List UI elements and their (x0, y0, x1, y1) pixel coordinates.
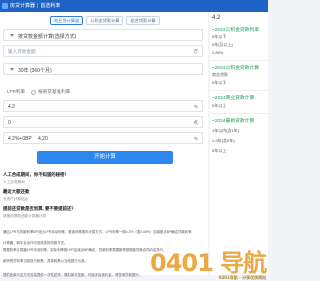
combined-rate-input[interactable]: 4.2%+0BP 4.20 % (3, 132, 203, 144)
tab-commercial[interactable]: 商业贷计算器 (50, 16, 84, 25)
rate-type-radios: LPR利率 按商贷基准利率 (7, 89, 70, 95)
watermark-text: 0401 导航 (150, 249, 267, 277)
sidebar-heading[interactable]: ~2024公积金贷款利率 (212, 26, 259, 33)
faq-answer: 请使用提前还款计算器计算 (3, 214, 47, 218)
sidebar-item: 5年以上 (212, 103, 227, 108)
faq-answer: 人工合成期间 (3, 180, 25, 184)
lpr-input[interactable]: 4.2 % (3, 100, 203, 112)
amount-unit: 万 (193, 49, 198, 54)
sidebar-heading[interactable]: ~2024商业贷款计算 (212, 94, 254, 101)
faq-question[interactable]: 人工合成期间，你不知道的秘密！ (3, 172, 205, 178)
faq-list: 人工合成期间，你不知道的秘密！ 人工合成期间 最近大额还款 去资产计算结合 提前… (3, 168, 205, 219)
sidebar-item: 商业贷款 (212, 72, 228, 77)
info-paragraph: 通过LPR与贷款利率BP对比LPR浮动利率，基准利率按年计算方式，LPR利率一般… (3, 230, 192, 234)
combined-rate-value: 4.20 (38, 136, 48, 142)
combined-rate-label: 4.2%+0BP (8, 136, 32, 142)
chevron-down-icon (10, 68, 14, 71)
sidebar-item: 5年以下 (212, 34, 227, 39)
logo-icon (2, 2, 8, 9)
faq-answer: 去资产计算结合 (3, 197, 29, 201)
lpr-value: 4.2 (8, 104, 15, 110)
method-select[interactable]: 按贷款金额计算(选择方式) (3, 29, 203, 41)
calculator-panel: 商业贷计算器 公积金贷款计算 组合贷款计算 按贷款金额计算(选择方式) 输入贷款… (0, 12, 208, 277)
radio-base-label: 按商贷基准利率 (38, 89, 71, 94)
divider (210, 113, 268, 114)
calculate-button[interactable]: 开始计算 (37, 151, 173, 164)
chevron-down-icon (10, 34, 14, 37)
radio-base-rate[interactable]: 按商贷基准利率 (31, 89, 70, 95)
sidebar-item: 1年以内(含1年) (212, 128, 240, 133)
top-bar: 房贷计算器 | 首选利率 (0, 0, 268, 12)
sidebar-item: 5年以下 (212, 80, 227, 85)
bp-value: 0 (8, 120, 11, 126)
rate-sidebar: 4.2 ~2024公积金贷款利率 5年以下 5年(及以上) 2.85% ~202… (210, 12, 268, 275)
faq-question[interactable]: 提前还贷款是否划算, 要不要提前还？ (3, 206, 205, 212)
sidebar-item: 5年(及以上) (212, 42, 233, 47)
divider (210, 60, 268, 61)
radio-lpr-label: LPR利率 (7, 89, 26, 94)
watermark-logo: 0401 导航 0401导航 - 分享优质网站 (150, 243, 267, 281)
sidebar-heading[interactable]: ~2024公积金贷款计算 (212, 64, 259, 71)
sidebar-heading[interactable]: ~2024最新贷款计算 (212, 117, 254, 124)
faq-question[interactable]: 最近大额还款 (3, 189, 205, 195)
sidebar-top-rate: 4.2 (212, 15, 221, 21)
sidebar-item: 1-5年(含5年) (212, 138, 235, 143)
term-value: 30年 (360个月) (18, 68, 52, 74)
method-value: 按贷款金额计算(选择方式) (18, 34, 77, 40)
calculator-tabs: 商业贷计算器 公积金贷款计算 组合贷款计算 (50, 16, 160, 25)
lpr-unit: % (193, 104, 198, 109)
brand[interactable]: 房贷计算器 | 首选利率 (2, 2, 60, 9)
amount-input[interactable]: 输入贷款金额 万 (3, 45, 203, 57)
amount-placeholder: 输入贷款金额 (8, 49, 36, 54)
bp-input[interactable]: 0 点 (3, 116, 203, 128)
sidebar-item: 5年以上 (212, 148, 227, 153)
brand-separator: | (37, 3, 39, 9)
sidebar-item: 2.85% (212, 50, 224, 55)
tab-combined[interactable]: 组合贷款计算 (126, 16, 160, 25)
bp-unit: 点 (193, 120, 198, 125)
radio-lpr[interactable]: LPR利率 (7, 89, 25, 95)
brand-name: 房贷计算器 (10, 3, 36, 9)
site-name: 首选利率 (40, 3, 61, 9)
tab-provident-fund[interactable]: 公积金贷款计算 (86, 16, 124, 25)
divider (210, 90, 268, 91)
combined-rate-unit: % (193, 136, 198, 141)
term-select[interactable]: 30年 (360个月) (3, 63, 203, 75)
radio-dot-icon (31, 89, 37, 95)
